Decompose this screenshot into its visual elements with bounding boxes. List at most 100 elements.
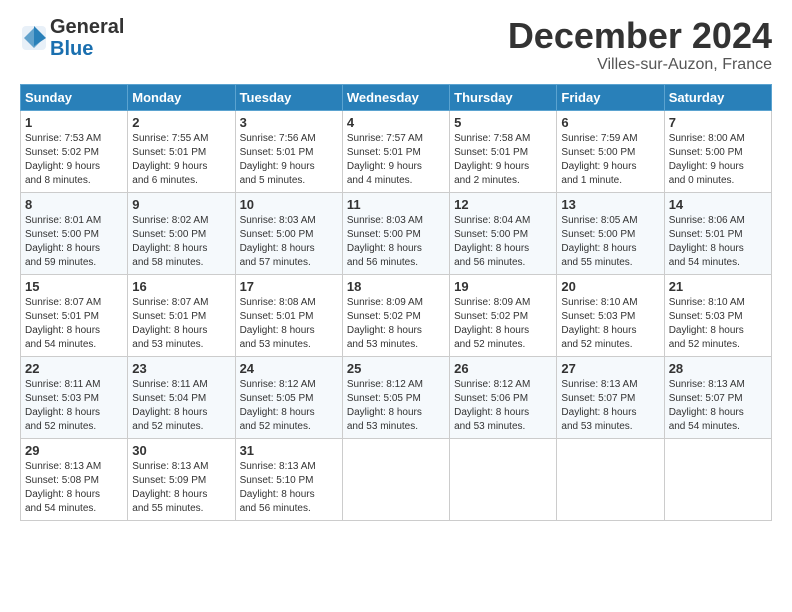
day-number: 29 [25,443,123,458]
calendar-header-row: SundayMondayTuesdayWednesdayThursdayFrid… [21,84,772,110]
calendar-week-row: 29 Sunrise: 8:13 AM Sunset: 5:08 PM Dayli… [21,438,772,520]
day-info: Sunrise: 8:05 AM Sunset: 5:00 PM Dayligh… [561,214,659,270]
calendar-day-cell: 2Sunrise: 7:55 AM Sunset: 5:01 PM Daylig… [128,110,235,192]
calendar-week-row: 1Sunrise: 7:53 AM Sunset: 5:02 PM Daylig… [21,110,772,192]
day-info: Sunrise: 8:11 AM Sunset: 5:03 PM Dayligh… [25,378,123,434]
calendar-week-row: 8 Sunrise: 8:01 AM Sunset: 5:00 PM Daylig… [21,192,772,274]
logo-blue: Blue [50,38,93,60]
calendar-table: SundayMondayTuesdayWednesdayThursdayFrid… [20,84,772,521]
day-info: Sunrise: 8:13 AM Sunset: 5:09 PM Dayligh… [132,460,230,516]
calendar-day-cell: 1Sunrise: 7:53 AM Sunset: 5:02 PM Daylig… [21,110,128,192]
day-info: Sunrise: 8:13 AM Sunset: 5:08 PM Dayligh… [25,460,123,516]
day-info: Sunrise: 8:01 AM Sunset: 5:00 PM Dayligh… [25,214,123,270]
calendar-day-cell: 19Sunrise: 8:09 AM Sunset: 5:02 PM Dayli… [450,274,557,356]
day-number: 24 [240,361,338,376]
day-number: 22 [25,361,123,376]
day-info: Sunrise: 8:04 AM Sunset: 5:00 PM Dayligh… [454,214,552,270]
day-number: 15 [25,279,123,294]
day-number: 9 [132,197,230,212]
day-info: Sunrise: 7:55 AM Sunset: 5:01 PM Dayligh… [132,132,230,188]
calendar-day-cell: 13 Sunrise: 8:05 AM Sunset: 5:00 PM Dayli… [557,192,664,274]
day-number: 8 [25,197,123,212]
day-info: Sunrise: 8:09 AM Sunset: 5:02 PM Dayligh… [347,296,445,352]
weekday-header-monday: Monday [128,84,235,110]
day-info: Sunrise: 8:02 AM Sunset: 5:00 PM Dayligh… [132,214,230,270]
day-number: 5 [454,115,552,130]
page-container: General Blue December 2024 Villes-sur-Au… [0,0,792,531]
calendar-day-cell: 11 Sunrise: 8:03 AM Sunset: 5:00 PM Dayli… [342,192,449,274]
calendar-day-cell: 17Sunrise: 8:08 AM Sunset: 5:01 PM Dayli… [235,274,342,356]
logo-general: General [50,16,124,38]
day-number: 26 [454,361,552,376]
day-number: 25 [347,361,445,376]
calendar-day-cell: 25Sunrise: 8:12 AM Sunset: 5:05 PM Dayli… [342,356,449,438]
day-info: Sunrise: 8:10 AM Sunset: 5:03 PM Dayligh… [669,296,767,352]
day-number: 31 [240,443,338,458]
weekday-header-saturday: Saturday [664,84,771,110]
calendar-day-cell: 16Sunrise: 8:07 AM Sunset: 5:01 PM Dayli… [128,274,235,356]
weekday-header-wednesday: Wednesday [342,84,449,110]
calendar-day-cell: 31 Sunrise: 8:13 AM Sunset: 5:10 PM Dayli… [235,438,342,520]
calendar-day-cell: 5 Sunrise: 7:58 AM Sunset: 5:01 PM Daylig… [450,110,557,192]
weekday-header-thursday: Thursday [450,84,557,110]
calendar-day-cell: 10 Sunrise: 8:03 AM Sunset: 5:00 PM Dayli… [235,192,342,274]
day-info: Sunrise: 8:11 AM Sunset: 5:04 PM Dayligh… [132,378,230,434]
day-number: 28 [669,361,767,376]
calendar-day-cell: 8 Sunrise: 8:01 AM Sunset: 5:00 PM Daylig… [21,192,128,274]
calendar-day-cell: 30 Sunrise: 8:13 AM Sunset: 5:09 PM Dayli… [128,438,235,520]
day-number: 6 [561,115,659,130]
day-info: Sunrise: 7:56 AM Sunset: 5:01 PM Dayligh… [240,132,338,188]
calendar-day-cell [557,438,664,520]
logo-icon [20,24,48,52]
day-info: Sunrise: 8:03 AM Sunset: 5:00 PM Dayligh… [347,214,445,270]
day-number: 7 [669,115,767,130]
day-number: 18 [347,279,445,294]
weekday-header-friday: Friday [557,84,664,110]
calendar-day-cell: 21Sunrise: 8:10 AM Sunset: 5:03 PM Dayli… [664,274,771,356]
calendar-day-cell: 20Sunrise: 8:10 AM Sunset: 5:03 PM Dayli… [557,274,664,356]
calendar-day-cell: 3 Sunrise: 7:56 AM Sunset: 5:01 PM Daylig… [235,110,342,192]
day-number: 4 [347,115,445,130]
day-info: Sunrise: 8:06 AM Sunset: 5:01 PM Dayligh… [669,214,767,270]
calendar-day-cell: 15 Sunrise: 8:07 AM Sunset: 5:01 PM Dayli… [21,274,128,356]
day-info: Sunrise: 8:00 AM Sunset: 5:00 PM Dayligh… [669,132,767,188]
day-info: Sunrise: 7:58 AM Sunset: 5:01 PM Dayligh… [454,132,552,188]
day-info: Sunrise: 8:10 AM Sunset: 5:03 PM Dayligh… [561,296,659,352]
day-number: 12 [454,197,552,212]
calendar-day-cell: 7 Sunrise: 8:00 AM Sunset: 5:00 PM Daylig… [664,110,771,192]
day-info: Sunrise: 8:13 AM Sunset: 5:07 PM Dayligh… [561,378,659,434]
day-number: 1 [25,115,123,130]
day-number: 16 [132,279,230,294]
title-block: December 2024 Villes-sur-Auzon, France [508,16,772,74]
weekday-header-tuesday: Tuesday [235,84,342,110]
day-info: Sunrise: 8:07 AM Sunset: 5:01 PM Dayligh… [25,296,123,352]
calendar-day-cell: 23 Sunrise: 8:11 AM Sunset: 5:04 PM Dayli… [128,356,235,438]
day-info: Sunrise: 8:13 AM Sunset: 5:07 PM Dayligh… [669,378,767,434]
calendar-day-cell: 22 Sunrise: 8:11 AM Sunset: 5:03 PM Dayli… [21,356,128,438]
day-info: Sunrise: 7:59 AM Sunset: 5:00 PM Dayligh… [561,132,659,188]
header: General Blue December 2024 Villes-sur-Au… [20,16,772,74]
day-number: 11 [347,197,445,212]
day-info: Sunrise: 8:12 AM Sunset: 5:05 PM Dayligh… [240,378,338,434]
location-subtitle: Villes-sur-Auzon, France [508,56,772,74]
calendar-day-cell: 4 Sunrise: 7:57 AM Sunset: 5:01 PM Daylig… [342,110,449,192]
day-number: 30 [132,443,230,458]
calendar-week-row: 22 Sunrise: 8:11 AM Sunset: 5:03 PM Dayli… [21,356,772,438]
logo: General Blue [20,16,124,60]
calendar-day-cell: 6 Sunrise: 7:59 AM Sunset: 5:00 PM Daylig… [557,110,664,192]
day-number: 3 [240,115,338,130]
calendar-day-cell: 26Sunrise: 8:12 AM Sunset: 5:06 PM Dayli… [450,356,557,438]
day-number: 13 [561,197,659,212]
calendar-day-cell: 24 Sunrise: 8:12 AM Sunset: 5:05 PM Dayli… [235,356,342,438]
calendar-day-cell: 29 Sunrise: 8:13 AM Sunset: 5:08 PM Dayli… [21,438,128,520]
day-number: 23 [132,361,230,376]
calendar-week-row: 15 Sunrise: 8:07 AM Sunset: 5:01 PM Dayli… [21,274,772,356]
calendar-day-cell: 9 Sunrise: 8:02 AM Sunset: 5:00 PM Daylig… [128,192,235,274]
day-info: Sunrise: 8:09 AM Sunset: 5:02 PM Dayligh… [454,296,552,352]
day-info: Sunrise: 8:13 AM Sunset: 5:10 PM Dayligh… [240,460,338,516]
month-title: December 2024 [508,16,772,56]
day-info: Sunrise: 7:57 AM Sunset: 5:01 PM Dayligh… [347,132,445,188]
day-info: Sunrise: 8:03 AM Sunset: 5:00 PM Dayligh… [240,214,338,270]
day-number: 10 [240,197,338,212]
calendar-day-cell [342,438,449,520]
